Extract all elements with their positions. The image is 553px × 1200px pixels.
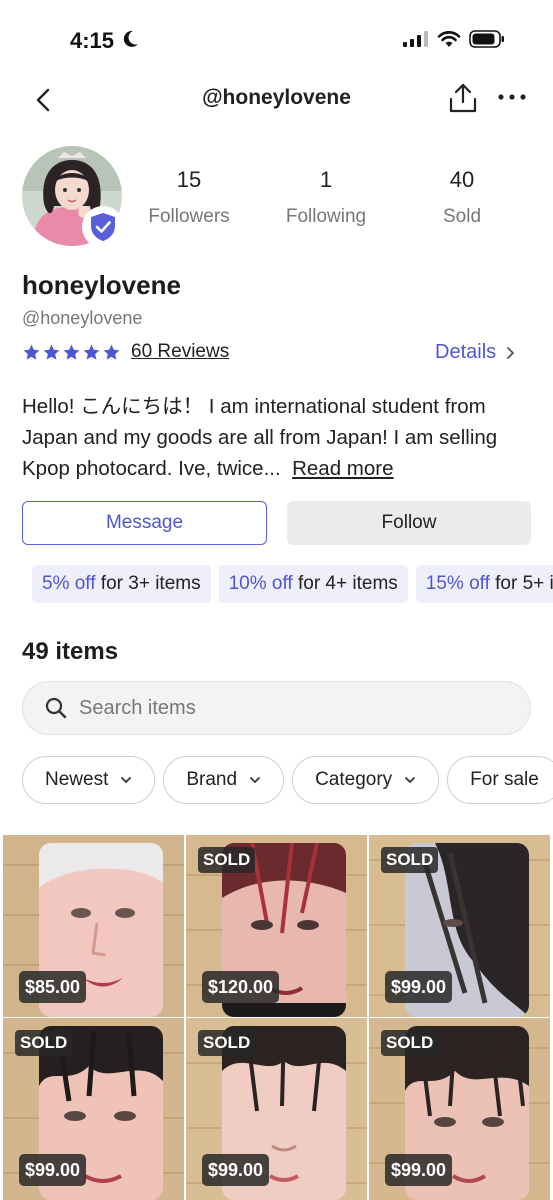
display-name: honeylovene	[22, 270, 181, 300]
rating-row[interactable]: 60 Reviews	[22, 341, 229, 363]
followers-count: 15	[176, 167, 202, 192]
star-icon	[43, 344, 60, 360]
filter-label: Newest	[45, 769, 109, 790]
search-bar[interactable]: Search items	[22, 681, 531, 735]
item-price: $99.00	[385, 1154, 453, 1186]
bio-text: Hello! こんにちは！ I am international student…	[22, 395, 498, 480]
sold-badge: SOLD	[198, 1030, 256, 1056]
following-label: Following	[285, 206, 367, 227]
sold-badge: SOLD	[381, 1030, 439, 1056]
battery-icon	[469, 30, 504, 48]
items-count: 49 items	[22, 638, 119, 665]
sold-label: Sold	[442, 206, 482, 227]
promo-chip: 15% off for 5+ items	[415, 565, 553, 603]
item-card[interactable]: SOLD $99.00	[369, 835, 550, 1017]
stat-following[interactable]: 1 Following	[261, 166, 391, 230]
search-icon	[45, 697, 67, 719]
star-icon	[23, 344, 40, 360]
handle: @honeylovene	[22, 308, 143, 328]
cellular-signal-icon	[403, 31, 428, 47]
promo-condition: for 4+ items	[292, 573, 398, 594]
filter-category[interactable]: Category	[292, 756, 440, 804]
item-card[interactable]: $85.00	[3, 835, 184, 1017]
wifi-icon	[437, 31, 461, 47]
promo-chip: 10% off for 4+ items	[218, 565, 408, 603]
stat-followers[interactable]: 15 Followers	[124, 166, 254, 230]
promo-condition: for 3+ items	[95, 573, 201, 594]
stat-sold[interactable]: 40 Sold	[397, 166, 527, 230]
search-input[interactable]: Search items	[79, 697, 196, 720]
followers-label: Followers	[148, 206, 230, 227]
chevron-down-icon	[250, 777, 260, 784]
filter-label: For sale	[470, 769, 539, 790]
sold-badge: SOLD	[198, 847, 256, 873]
status-icons	[403, 30, 505, 48]
filter-label: Category	[315, 769, 393, 790]
message-button[interactable]: Message	[22, 501, 267, 545]
item-card[interactable]: SOLD $99.00	[369, 1018, 550, 1200]
details-label: Details	[435, 341, 497, 363]
verified-shield-icon	[91, 213, 115, 241]
promo-condition: for 5+ items	[495, 573, 553, 594]
promo-discount: 10% off	[228, 573, 293, 594]
filter-label: Brand	[186, 769, 238, 790]
promo-chips: 5% off for 3+ items 10% off for 4+ items 1…	[32, 565, 553, 603]
filter-brand[interactable]: Brand	[163, 756, 285, 804]
star-rating	[22, 343, 121, 362]
star-icon	[83, 344, 100, 360]
filter-for-sale[interactable]: For sale	[447, 756, 553, 804]
status-time: 4:15	[70, 28, 115, 53]
promo-discount: 15% off	[425, 573, 490, 594]
follow-button[interactable]: Follow	[287, 501, 531, 545]
sold-badge: SOLD	[381, 847, 439, 873]
moon-icon	[123, 30, 138, 47]
item-card[interactable]: SOLD $99.00	[3, 1018, 184, 1200]
sold-count: 40	[449, 167, 475, 192]
details-link[interactable]: Details	[435, 341, 515, 364]
item-price: $85.00	[19, 971, 87, 1003]
star-icon	[103, 344, 120, 360]
promo-discount: 5% off	[42, 573, 96, 594]
more-options-icon[interactable]	[498, 92, 526, 102]
following-count: 1	[319, 167, 333, 192]
read-more-link[interactable]: Read more	[292, 457, 393, 480]
star-icon	[63, 344, 80, 360]
nav-bar: @honeylovene	[0, 78, 553, 122]
item-price: $99.00	[19, 1154, 87, 1186]
item-card[interactable]: SOLD $120.00	[186, 835, 367, 1017]
reviews-link[interactable]: 60 Reviews	[131, 341, 229, 363]
filter-chips: Newest Brand Category For sale	[22, 756, 553, 804]
status-bar: 4:15	[0, 0, 553, 80]
share-icon[interactable]	[448, 82, 478, 114]
bio: Hello! こんにちは！ I am international student…	[22, 391, 537, 484]
chevron-down-icon	[405, 777, 416, 784]
filter-newest[interactable]: Newest	[22, 756, 156, 804]
item-price: $99.00	[385, 971, 453, 1003]
promo-chip: 5% off for 3+ items	[32, 565, 211, 603]
item-price: $99.00	[202, 1154, 270, 1186]
item-price: $120.00	[202, 971, 280, 1003]
chevron-right-icon	[507, 346, 515, 359]
item-card[interactable]: SOLD $99.00	[186, 1018, 367, 1200]
chevron-down-icon	[121, 777, 132, 784]
sold-badge: SOLD	[15, 1030, 73, 1056]
verified-badge	[82, 206, 124, 248]
